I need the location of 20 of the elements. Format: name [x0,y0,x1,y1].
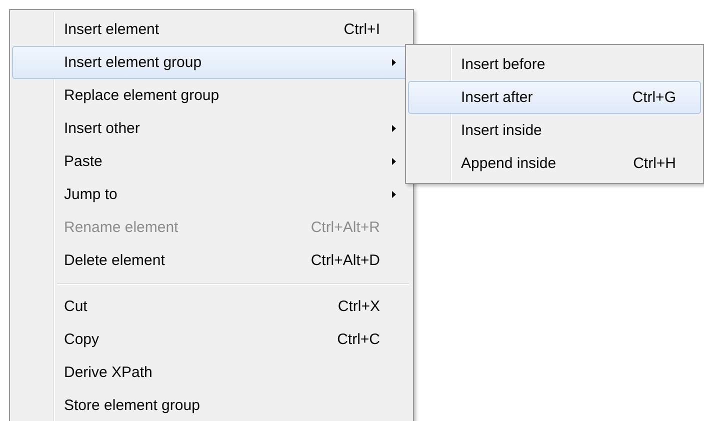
menu-item[interactable]: Delete element Ctrl+Alt+D [12,244,411,277]
shortcut-text: Ctrl+I [344,21,380,38]
shortcut-text: Ctrl+X [338,298,380,315]
shortcut-text: Ctrl+Alt+R [310,219,380,236]
shortcut-text: Ctrl+H [633,155,676,172]
menu-item[interactable]: Insert after Ctrl+G [408,81,701,114]
menu-item[interactable]: Paste [12,145,411,178]
menu-item[interactable]: Derive XPath [12,356,411,389]
menu-item[interactable]: Insert element Ctrl+I [12,13,411,46]
menu-item[interactable]: Insert other [12,112,411,145]
menu-item[interactable]: Insert inside [408,114,701,147]
menu-item[interactable]: Insert before [408,48,701,81]
shortcut-text: Ctrl+C [337,331,380,348]
menu-item[interactable]: Cut Ctrl+X [12,290,411,323]
menu-item[interactable]: Jump to [12,178,411,211]
shortcut-text: Ctrl+G [632,89,676,106]
menu-item[interactable]: Append inside Ctrl+H [408,147,701,180]
shortcut-text: Ctrl+Alt+D [310,252,380,269]
menu-item[interactable]: Copy Ctrl+C [12,323,411,356]
menu-item[interactable]: Store element group [12,389,411,421]
